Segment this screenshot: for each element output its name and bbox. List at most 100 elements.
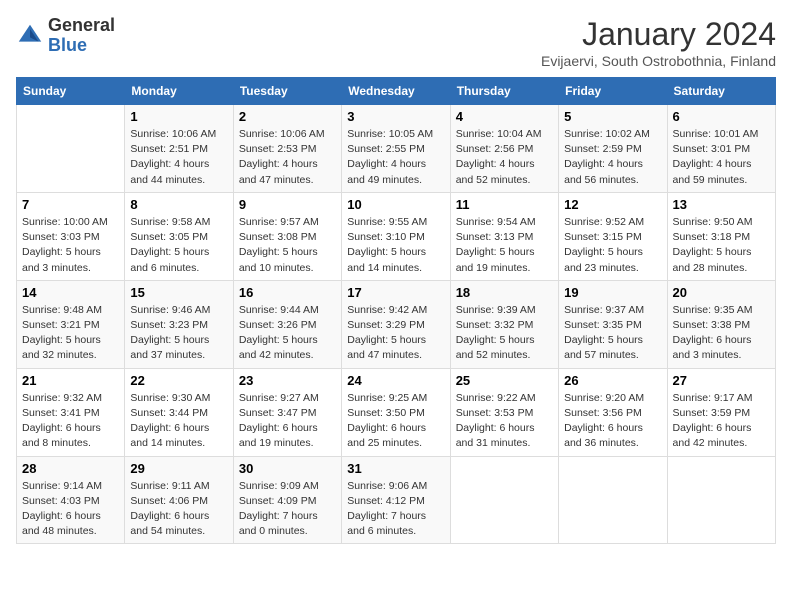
day-info: Sunrise: 10:04 AM Sunset: 2:56 PM Daylig… (456, 127, 553, 188)
calendar-cell: 15 Sunrise: 9:46 AM Sunset: 3:23 PM Dayli… (125, 280, 233, 368)
calendar-cell (667, 456, 775, 544)
day-info: Sunrise: 9:50 AM Sunset: 3:18 PM Dayligh… (673, 215, 770, 276)
calendar-cell: 24 Sunrise: 9:25 AM Sunset: 3:50 PM Dayli… (342, 368, 450, 456)
day-info: Sunrise: 9:32 AM Sunset: 3:41 PM Dayligh… (22, 391, 119, 452)
day-info: Sunrise: 10:05 AM Sunset: 2:55 PM Daylig… (347, 127, 444, 188)
weekday-header-row: SundayMondayTuesdayWednesdayThursdayFrid… (17, 78, 776, 105)
day-number: 1 (130, 109, 227, 124)
calendar-table: SundayMondayTuesdayWednesdayThursdayFrid… (16, 77, 776, 544)
calendar-cell: 25Sunrise: 9:22 AM Sunset: 3:53 PM Dayli… (450, 368, 558, 456)
calendar-cell: 31Sunrise: 9:06 AM Sunset: 4:12 PM Dayli… (342, 456, 450, 544)
logo: General Blue (16, 16, 115, 56)
logo-icon (16, 22, 44, 50)
weekday-header-tuesday: Tuesday (233, 78, 341, 105)
day-number: 16 (239, 285, 336, 300)
calendar-week-row: 7 Sunrise: 10:00 AM Sunset: 3:03 PM Dayli… (17, 192, 776, 280)
day-info: Sunrise: 9:11 AM Sunset: 4:06 PM Dayligh… (130, 479, 227, 540)
calendar-week-row: 28Sunrise: 9:14 AM Sunset: 4:03 PM Dayli… (17, 456, 776, 544)
day-number: 30 (239, 461, 336, 476)
day-number: 17 (347, 285, 444, 300)
day-number: 4 (456, 109, 553, 124)
calendar-cell: 10 Sunrise: 9:55 AM Sunset: 3:10 PM Dayli… (342, 192, 450, 280)
day-info: Sunrise: 9:25 AM Sunset: 3:50 PM Dayligh… (347, 391, 444, 452)
day-info: Sunrise: 9:35 AM Sunset: 3:38 PM Dayligh… (673, 303, 770, 364)
day-number: 11 (456, 197, 553, 212)
day-number: 8 (130, 197, 227, 212)
day-number: 31 (347, 461, 444, 476)
day-number: 13 (673, 197, 770, 212)
calendar-cell: 2Sunrise: 10:06 AM Sunset: 2:53 PM Dayli… (233, 105, 341, 193)
day-number: 15 (130, 285, 227, 300)
title-block: January 2024 Evijaervi, South Ostrobothn… (541, 16, 776, 69)
month-title: January 2024 (541, 16, 776, 53)
weekday-header-thursday: Thursday (450, 78, 558, 105)
day-number: 14 (22, 285, 119, 300)
calendar-cell: 20Sunrise: 9:35 AM Sunset: 3:38 PM Dayli… (667, 280, 775, 368)
day-number: 19 (564, 285, 661, 300)
calendar-cell: 14 Sunrise: 9:48 AM Sunset: 3:21 PM Dayli… (17, 280, 125, 368)
calendar-cell: 1 Sunrise: 10:06 AM Sunset: 2:51 PM Dayli… (125, 105, 233, 193)
day-number: 3 (347, 109, 444, 124)
calendar-cell: 28Sunrise: 9:14 AM Sunset: 4:03 PM Dayli… (17, 456, 125, 544)
calendar-cell: 22Sunrise: 9:30 AM Sunset: 3:44 PM Dayli… (125, 368, 233, 456)
calendar-cell: 27 Sunrise: 9:17 AM Sunset: 3:59 PM Dayli… (667, 368, 775, 456)
day-number: 27 (673, 373, 770, 388)
day-number: 25 (456, 373, 553, 388)
weekday-header-saturday: Saturday (667, 78, 775, 105)
day-number: 7 (22, 197, 119, 212)
calendar-cell: 4 Sunrise: 10:04 AM Sunset: 2:56 PM Dayli… (450, 105, 558, 193)
calendar-cell (559, 456, 667, 544)
calendar-cell: 19 Sunrise: 9:37 AM Sunset: 3:35 PM Dayli… (559, 280, 667, 368)
day-info: Sunrise: 9:58 AM Sunset: 3:05 PM Dayligh… (130, 215, 227, 276)
calendar-cell: 8 Sunrise: 9:58 AM Sunset: 3:05 PM Daylig… (125, 192, 233, 280)
day-info: Sunrise: 10:02 AM Sunset: 2:59 PM Daylig… (564, 127, 661, 188)
day-info: Sunrise: 9:37 AM Sunset: 3:35 PM Dayligh… (564, 303, 661, 364)
day-info: Sunrise: 10:01 AM Sunset: 3:01 PM Daylig… (673, 127, 770, 188)
calendar-cell: 17 Sunrise: 9:42 AM Sunset: 3:29 PM Dayli… (342, 280, 450, 368)
day-info: Sunrise: 9:42 AM Sunset: 3:29 PM Dayligh… (347, 303, 444, 364)
day-info: Sunrise: 10:06 AM Sunset: 2:51 PM Daylig… (130, 127, 227, 188)
day-info: Sunrise: 9:20 AM Sunset: 3:56 PM Dayligh… (564, 391, 661, 452)
calendar-week-row: 14 Sunrise: 9:48 AM Sunset: 3:21 PM Dayli… (17, 280, 776, 368)
weekday-header-friday: Friday (559, 78, 667, 105)
day-number: 12 (564, 197, 661, 212)
day-number: 2 (239, 109, 336, 124)
day-info: Sunrise: 9:09 AM Sunset: 4:09 PM Dayligh… (239, 479, 336, 540)
calendar-cell: 16 Sunrise: 9:44 AM Sunset: 3:26 PM Dayli… (233, 280, 341, 368)
day-number: 18 (456, 285, 553, 300)
day-info: Sunrise: 9:14 AM Sunset: 4:03 PM Dayligh… (22, 479, 119, 540)
calendar-cell: 9Sunrise: 9:57 AM Sunset: 3:08 PM Daylig… (233, 192, 341, 280)
day-info: Sunrise: 9:55 AM Sunset: 3:10 PM Dayligh… (347, 215, 444, 276)
calendar-cell: 23 Sunrise: 9:27 AM Sunset: 3:47 PM Dayli… (233, 368, 341, 456)
weekday-header-monday: Monday (125, 78, 233, 105)
day-info: Sunrise: 9:54 AM Sunset: 3:13 PM Dayligh… (456, 215, 553, 276)
calendar-week-row: 1 Sunrise: 10:06 AM Sunset: 2:51 PM Dayli… (17, 105, 776, 193)
calendar-cell: 3 Sunrise: 10:05 AM Sunset: 2:55 PM Dayli… (342, 105, 450, 193)
calendar-cell: 12 Sunrise: 9:52 AM Sunset: 3:15 PM Dayli… (559, 192, 667, 280)
day-number: 26 (564, 373, 661, 388)
calendar-cell (17, 105, 125, 193)
logo-text: General Blue (48, 16, 115, 56)
day-info: Sunrise: 9:52 AM Sunset: 3:15 PM Dayligh… (564, 215, 661, 276)
calendar-cell: 29 Sunrise: 9:11 AM Sunset: 4:06 PM Dayli… (125, 456, 233, 544)
calendar-cell: 13 Sunrise: 9:50 AM Sunset: 3:18 PM Dayli… (667, 192, 775, 280)
day-info: Sunrise: 9:44 AM Sunset: 3:26 PM Dayligh… (239, 303, 336, 364)
day-info: Sunrise: 9:46 AM Sunset: 3:23 PM Dayligh… (130, 303, 227, 364)
day-number: 21 (22, 373, 119, 388)
calendar-cell: 11 Sunrise: 9:54 AM Sunset: 3:13 PM Dayli… (450, 192, 558, 280)
day-number: 23 (239, 373, 336, 388)
calendar-week-row: 21 Sunrise: 9:32 AM Sunset: 3:41 PM Dayli… (17, 368, 776, 456)
day-info: Sunrise: 9:57 AM Sunset: 3:08 PM Dayligh… (239, 215, 336, 276)
day-number: 29 (130, 461, 227, 476)
day-info: Sunrise: 9:17 AM Sunset: 3:59 PM Dayligh… (673, 391, 770, 452)
day-info: Sunrise: 9:27 AM Sunset: 3:47 PM Dayligh… (239, 391, 336, 452)
day-number: 6 (673, 109, 770, 124)
day-info: Sunrise: 9:48 AM Sunset: 3:21 PM Dayligh… (22, 303, 119, 364)
location-subtitle: Evijaervi, South Ostrobothnia, Finland (541, 53, 776, 69)
calendar-cell: 6 Sunrise: 10:01 AM Sunset: 3:01 PM Dayli… (667, 105, 775, 193)
weekday-header-wednesday: Wednesday (342, 78, 450, 105)
day-number: 10 (347, 197, 444, 212)
day-number: 24 (347, 373, 444, 388)
day-info: Sunrise: 10:00 AM Sunset: 3:03 PM Daylig… (22, 215, 119, 276)
logo-blue-text: Blue (48, 35, 87, 55)
